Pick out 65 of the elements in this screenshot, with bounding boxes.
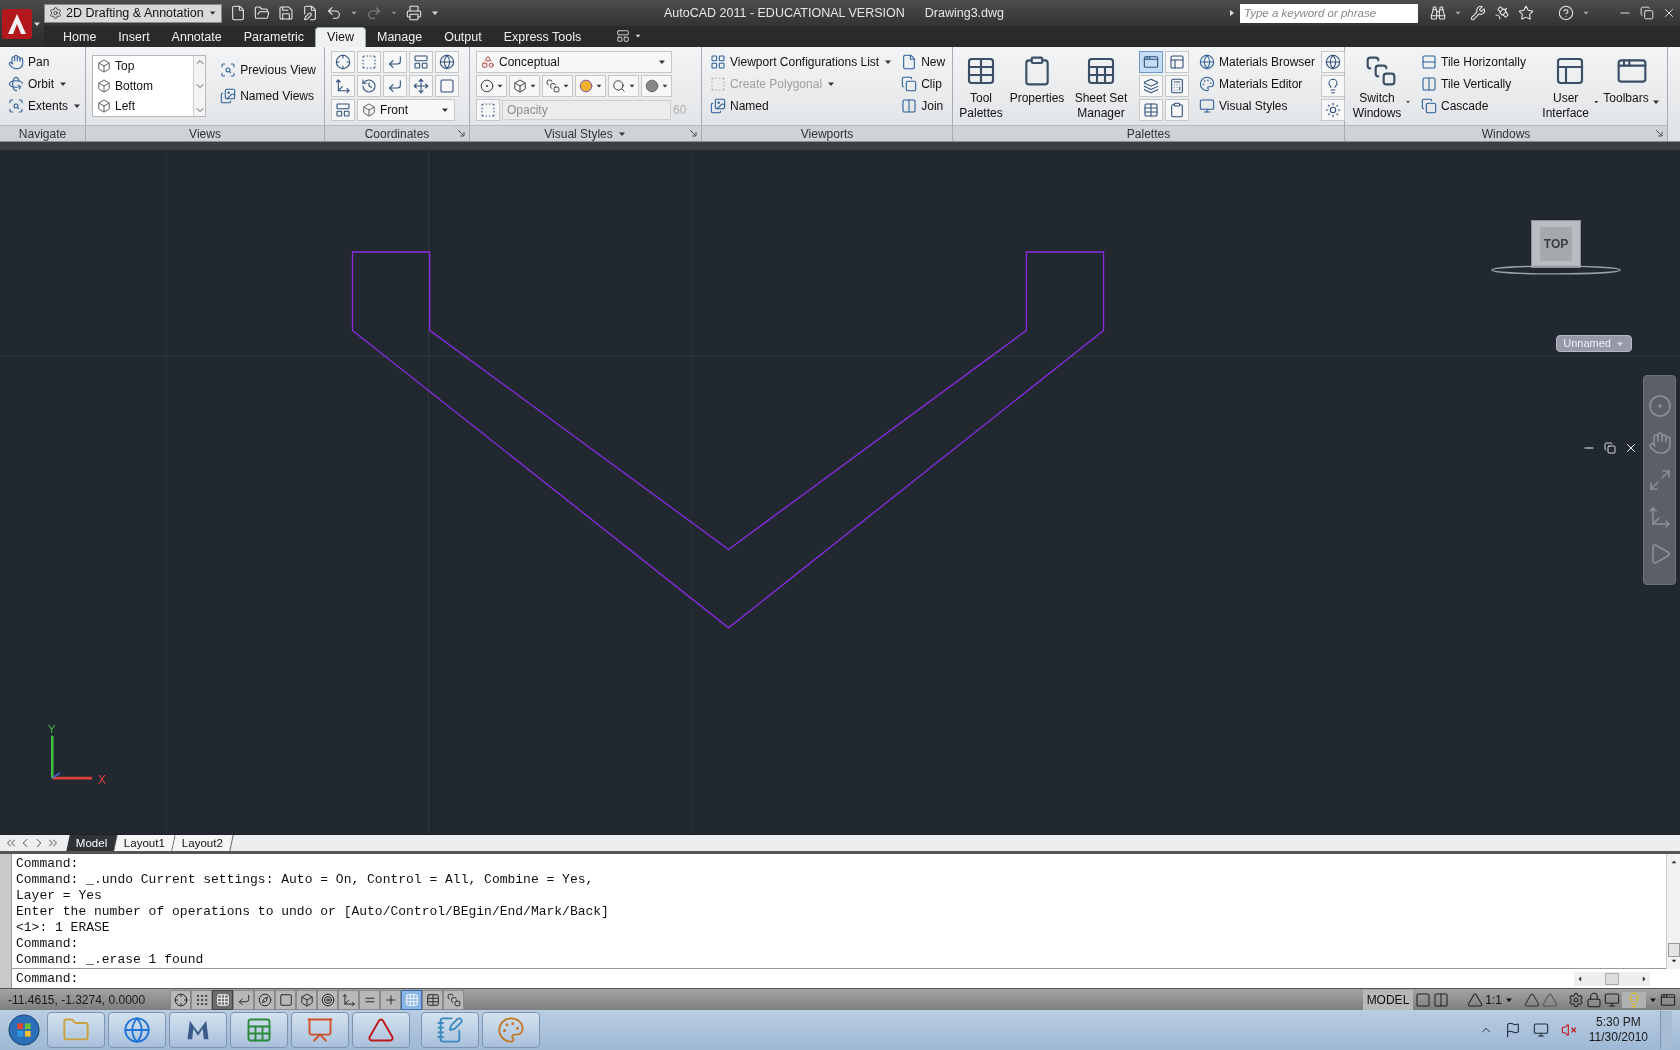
panel-title: Viewports bbox=[800, 127, 854, 140]
visual-styles-button[interactable]: Visual Styles bbox=[1197, 95, 1318, 117]
previous-view-button[interactable]: Previous View bbox=[218, 59, 318, 81]
sheet-set-manager-button[interactable]: Sheet Set Manager bbox=[1071, 51, 1131, 121]
user-interface-button[interactable]: User Interface bbox=[1541, 51, 1599, 121]
materials-browser-button[interactable]: Materials Browser bbox=[1197, 51, 1318, 73]
materials-editor-button[interactable]: Materials Editor bbox=[1197, 73, 1318, 95]
command-prompt: Command: bbox=[15, 970, 79, 987]
document-title: Drawing3.dwg bbox=[924, 4, 1004, 22]
ribbon-tab[interactable]: Home bbox=[52, 27, 108, 47]
view-list-item[interactable]: Left bbox=[93, 96, 194, 116]
panel-title: Coordinates bbox=[364, 127, 430, 140]
join-button[interactable]: Join bbox=[899, 95, 948, 117]
named-views-button[interactable]: Named Views bbox=[218, 85, 318, 107]
command-history-line: <1>: 1 ERASE bbox=[16, 920, 110, 936]
command-history-line: Layer = Yes bbox=[16, 888, 102, 904]
command-history-line: Command: bbox=[16, 936, 79, 952]
panel-title: Windows bbox=[1481, 127, 1531, 140]
extents-button[interactable]: Extents bbox=[6, 95, 85, 117]
application-title: AutoCAD 2011 - EDUCATIONAL VERSION bbox=[663, 4, 905, 22]
visual-style-dropdown[interactable]: Conceptual bbox=[476, 51, 672, 73]
model-space-button[interactable]: MODEL bbox=[1362, 989, 1414, 1010]
ribbon-tab[interactable]: Manage bbox=[365, 27, 434, 47]
ribbon-tab[interactable]: Parametric bbox=[232, 27, 316, 47]
workspace-dropdown[interactable]: 2D Drafting & Annotation bbox=[44, 3, 222, 23]
view-cube-face[interactable]: TOP bbox=[1531, 220, 1581, 268]
panel-title: Palettes bbox=[1126, 127, 1171, 140]
pan-button[interactable]: Pan bbox=[6, 51, 85, 73]
tile-horizontally-button[interactable]: Tile Horizontally bbox=[1419, 51, 1528, 73]
view-list-item[interactable]: Top bbox=[93, 56, 194, 76]
named-viewports-button[interactable]: Named bbox=[708, 95, 896, 117]
ribbon-tab[interactable]: View bbox=[315, 27, 366, 47]
orbit-button[interactable]: Orbit bbox=[6, 73, 85, 95]
panel-title: Navigate bbox=[18, 127, 67, 140]
view-list-item[interactable]: Bottom bbox=[93, 76, 194, 96]
tile-vertically-button[interactable]: Tile Vertically bbox=[1419, 73, 1528, 95]
clip-button[interactable]: Clip bbox=[899, 73, 948, 95]
panel-title: Visual Styles bbox=[544, 127, 613, 140]
new-viewport-button[interactable]: New bbox=[899, 51, 948, 73]
tool-palettes-button[interactable]: Tool Palettes bbox=[959, 51, 1003, 121]
toolbars-button[interactable]: Toolbars bbox=[1603, 51, 1661, 121]
ribbon-tab[interactable]: Express Tools bbox=[492, 27, 593, 47]
layout-tab[interactable]: Model bbox=[66, 835, 119, 851]
layout-tab[interactable]: Layout2 bbox=[172, 835, 234, 851]
viewport-configurations-button[interactable]: Viewport Configurations List bbox=[708, 51, 896, 73]
ribbon-tab[interactable]: Annotate bbox=[160, 27, 233, 47]
properties-button[interactable]: Properties bbox=[1007, 51, 1067, 121]
opacity-value: 60 bbox=[673, 102, 688, 119]
command-history-line: Command: bbox=[16, 856, 79, 872]
ribbon-tab[interactable]: Output bbox=[433, 27, 493, 47]
panel-title: Views bbox=[189, 127, 221, 140]
layout-tab[interactable]: Layout1 bbox=[114, 835, 176, 851]
x-axis-label: X bbox=[98, 774, 106, 786]
view-dropdown[interactable]: Front bbox=[357, 99, 455, 121]
command-history-line: Command: _.undo Current settings: Auto = On, Control = All, Combine = Yes, bbox=[16, 872, 594, 888]
coordinates-readout: -11.4615, -1.3274, 0.0000 bbox=[7, 991, 147, 1009]
command-history-line: Enter the number of operations to undo or [Auto/Control/BEgin/End/Mark/Back] bbox=[16, 904, 609, 920]
switch-windows-button[interactable]: Switch Windows bbox=[1351, 51, 1411, 121]
annotation-scale-dropdown[interactable]: 1:1 bbox=[1485, 990, 1514, 1009]
search-field[interactable]: Type a keyword or phrase bbox=[1240, 3, 1418, 23]
cascade-button[interactable]: Cascade bbox=[1419, 95, 1528, 117]
ribbon-tab[interactable]: Insert bbox=[107, 27, 161, 47]
clock[interactable]: 5:30 PM 11/30/2010 bbox=[1588, 1015, 1648, 1045]
command-history-line: Command: _.erase 1 found bbox=[16, 952, 204, 968]
y-axis-label: Y bbox=[48, 724, 56, 735]
